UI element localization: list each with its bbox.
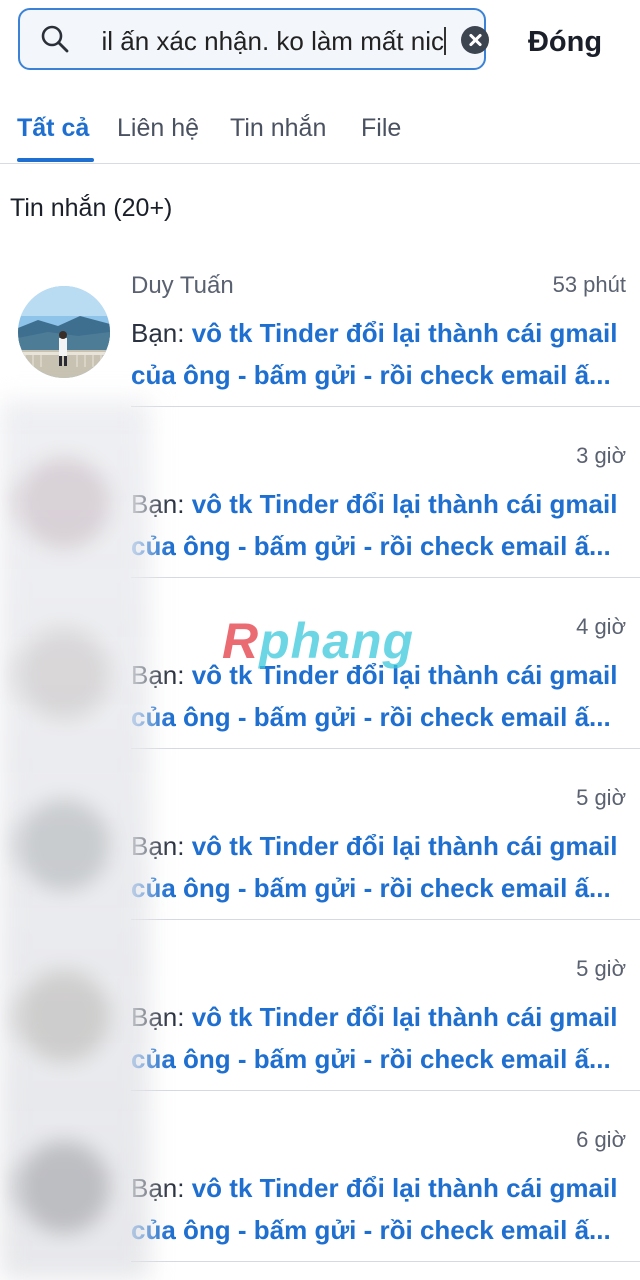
search-input[interactable]: il ấn xác nhận. ko làm mất nic [80,23,446,59]
search-box[interactable]: il ấn xác nhận. ko làm mất nic [18,8,489,70]
sender-prefix: Bạn: [131,318,192,348]
tab-messages[interactable]: Tin nhắn [230,114,326,160]
avatar [18,457,110,549]
message-row[interactable]: 3 giờ Bạn: vô tk Tinder đổi lại thành cá… [0,407,640,578]
message-text-line-2: của ông - bấm gửi - rồi check email ấ... [131,1215,611,1245]
message-text-line-1: vô tk Tinder đổi lại thành cái gmail [191,318,618,348]
avatar [18,286,110,378]
message-preview: Bạn: vô tk Tinder đổi lại thành cái gmai… [131,1167,627,1251]
message-time: 6 giờ [576,1127,626,1152]
message-text-line-2: của ông - bấm gửi - rồi check email ấ... [131,531,611,561]
sender-prefix: Bạn: [131,1002,192,1032]
message-text-line-1: vô tk Tinder đổi lại thành cái gmail [191,1002,618,1032]
search-icon [41,25,69,53]
text-caret [444,27,446,55]
sender-prefix: Bạn: [131,489,192,519]
close-button[interactable]: Đóng [510,18,620,66]
message-text-line-2: của ông - bấm gửi - rồi check email ấ... [131,360,611,390]
avatar [18,628,110,720]
message-preview: Bạn: vô tk Tinder đổi lại thành cái gmai… [131,483,627,567]
avatar [18,799,110,891]
message-time: 5 giờ [576,956,626,981]
message-row[interactable]: Duy Tuấn 53 phút Bạn: vô tk Tinder đổi l… [0,236,640,407]
filter-tabs: Tất cả Liên hệ Tin nhắn File [0,104,640,164]
message-text-line-1: vô tk Tinder đổi lại thành cái gmail [191,1173,618,1203]
message-text-line-2: của ông - bấm gửi - rồi check email ấ... [131,873,611,903]
sender-prefix: Bạn: [131,660,192,690]
message-time: 5 giờ [576,785,626,810]
search-input-value: il ấn xác nhận. ko làm mất nic [101,26,445,56]
avatar [18,1141,110,1233]
avatar [18,970,110,1062]
sender-prefix: Bạn: [131,1173,192,1203]
tab-contacts[interactable]: Liên hệ [117,114,199,160]
watermark-logo: Rphang [222,613,415,669]
message-row[interactable]: 5 giờ Bạn: vô tk Tinder đổi lại thành cá… [0,920,640,1091]
message-text-line-2: của ông - bấm gửi - rồi check email ấ... [131,1044,611,1074]
message-preview: Bạn: vô tk Tinder đổi lại thành cái gmai… [131,825,627,909]
sender-prefix: Bạn: [131,831,192,861]
message-row[interactable]: 5 giờ Bạn: vô tk Tinder đổi lại thành cá… [0,749,640,920]
message-preview: Bạn: vô tk Tinder đổi lại thành cái gmai… [131,996,627,1080]
search-header: il ấn xác nhận. ko làm mất nic Đóng [0,0,640,90]
message-preview: Bạn: vô tk Tinder đổi lại thành cái gmai… [131,312,627,396]
message-text-line-2: của ông - bấm gửi - rồi check email ấ... [131,702,611,732]
contact-name: Duy Tuấn [131,272,234,299]
message-text-line-1: vô tk Tinder đổi lại thành cái gmail [191,831,618,861]
message-text-line-1: vô tk Tinder đổi lại thành cái gmail [191,489,618,519]
message-row[interactable]: 6 giờ Bạn: vô tk Tinder đổi lại thành cá… [0,1091,640,1262]
message-time: 3 giờ [576,443,626,468]
section-title: Tin nhắn (20+) [10,194,173,222]
row-divider [131,1261,640,1262]
message-time: 4 giờ [576,614,626,639]
message-time: 53 phút [552,272,626,297]
tab-all[interactable]: Tất cả [17,114,89,160]
tab-files[interactable]: File [361,114,401,160]
active-tab-indicator [17,158,94,162]
clear-search-icon[interactable] [461,26,489,54]
